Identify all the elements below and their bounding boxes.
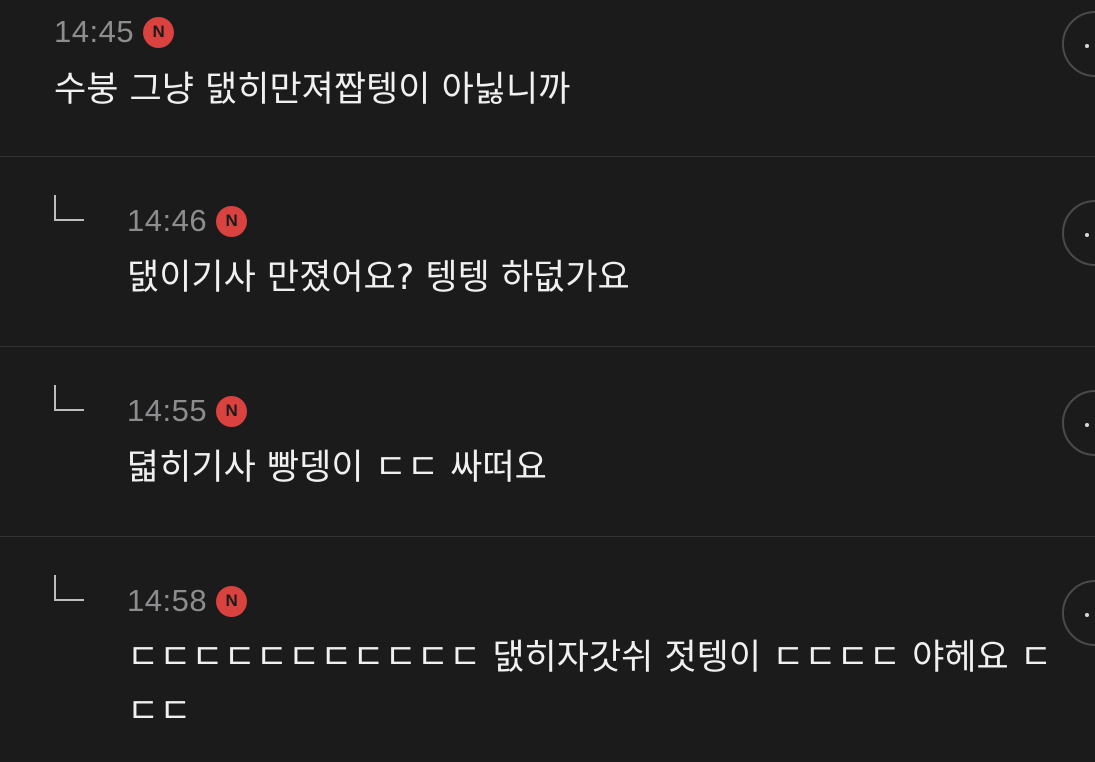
more-dot-icon — [1085, 613, 1089, 617]
new-badge-icon: N — [143, 16, 175, 48]
comment-meta: 14:58 N — [127, 583, 248, 619]
comment-meta: 14:46 N — [127, 203, 248, 239]
comment-text: 댌이기사 만졌어요? 텡텡 하덦가요 — [127, 258, 630, 298]
more-options-button[interactable] — [1062, 200, 1095, 266]
comment-reply-item: 14:46 N 댌이기사 만졌어요? 텡텡 하덦가요 — [0, 157, 1095, 346]
comment-meta: 14:55 N — [127, 393, 248, 429]
comment-text: ㄷㄷㄷㄷㄷㄷㄷㄷㄷㄷㄷ 댌히자갓쉬 젓텡이 ㄷㄷㄷㄷ 야헤요 ㄷㄷㄷ — [127, 638, 1053, 732]
more-options-button[interactable] — [1062, 11, 1095, 77]
comment-text: 수붕 그냥 댌히만져짭텡이 아닗니까 — [54, 70, 571, 110]
reply-arrow-icon — [54, 195, 84, 221]
comment-meta: 14:45 N — [54, 14, 175, 50]
comment-reply-item: 14:55 N 뎗히기사 빵뎅이 ㄷㄷ 싸떠요 — [0, 347, 1095, 536]
more-options-button[interactable] — [1062, 390, 1095, 456]
more-dot-icon — [1085, 233, 1089, 237]
comment-time: 14:45 — [54, 14, 135, 49]
new-badge-icon: N — [216, 395, 248, 427]
more-dot-icon — [1085, 423, 1089, 427]
more-dot-icon — [1085, 44, 1089, 48]
new-badge-icon: N — [216, 585, 248, 617]
comment-text: 뎗히기사 빵뎅이 ㄷㄷ 싸떠요 — [127, 448, 547, 488]
comment-reply-item: 14:58 N ㄷㄷㄷㄷㄷㄷㄷㄷㄷㄷㄷ 댌히자갓쉬 젓텡이 ㄷㄷㄷㄷ 야헤요 ㄷ… — [0, 537, 1095, 762]
new-badge-icon: N — [216, 205, 248, 237]
reply-arrow-icon — [54, 575, 84, 601]
comment-item: 14:45 N 수붕 그냥 댌히만져짭텡이 아닗니까 — [0, 0, 1095, 156]
comment-time: 14:58 — [127, 583, 208, 618]
comment-time: 14:46 — [127, 203, 208, 238]
more-options-button[interactable] — [1062, 580, 1095, 646]
comment-time: 14:55 — [127, 393, 208, 428]
reply-arrow-icon — [54, 385, 84, 411]
